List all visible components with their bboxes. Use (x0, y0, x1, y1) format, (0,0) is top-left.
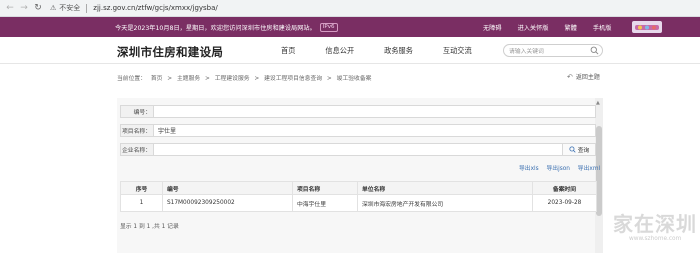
field-company-label: 企业名称： (120, 143, 153, 156)
site-title[interactable]: 深圳市住房和建设局 (117, 44, 223, 60)
breadcrumb-separator: > (326, 76, 332, 82)
field-number-input[interactable] (153, 105, 596, 118)
column-header: 单位名称 (357, 181, 533, 195)
breadcrumb-current: 竣工验收备案 (336, 76, 372, 82)
table-row[interactable]: 1 S17M00092309250002 中海宇仕里 深圳市海宏房地产开发有限公… (120, 194, 597, 212)
tool-care-mode[interactable]: 进入关怀版 (518, 23, 549, 32)
warning-icon: ⚠ (50, 4, 57, 12)
tool-accessibility[interactable]: 无障碍 (483, 23, 502, 32)
back-arrow-icon[interactable]: ← (4, 2, 16, 14)
security-indicator[interactable]: ⚠ 不安全 (50, 3, 80, 13)
search-icon[interactable] (590, 46, 599, 55)
nav-info-disclosure[interactable]: 信息公开 (325, 46, 354, 56)
divider (86, 3, 88, 13)
breadcrumb: 当前位置： 首页 > 主题服务 > 工程建设服务 > 建设工程项目信息查询 > … (117, 73, 374, 82)
breadcrumb-home[interactable]: 首页 (151, 76, 163, 82)
breadcrumb-construction[interactable]: 工程建设服务 (215, 76, 250, 82)
field-number-label: 编号： (120, 105, 153, 118)
site-watermark: 家在深圳 (613, 212, 697, 236)
welcome-message: 今天是2023年10月8日，星期日，欢迎您访问深圳市住房和建设局网站。 (115, 24, 316, 32)
nav-interaction[interactable]: 互动交流 (443, 46, 472, 56)
address-url[interactable]: zjj.sz.gov.cn/ztfw/gcjs/xmxx/jgysba/ (93, 4, 218, 12)
query-button-label: 查询 (577, 148, 590, 154)
page: ← → ↻ ⚠ 不安全 zjj.sz.gov.cn/ztfw/gcjs/xmxx… (0, 0, 700, 253)
column-header: 序号 (120, 181, 163, 195)
festival-logo (632, 21, 662, 33)
export-json-link[interactable]: 导出json (547, 166, 570, 172)
tool-traditional[interactable]: 繁體 (565, 23, 577, 32)
search-icon (569, 146, 576, 153)
breadcrumb-separator: > (205, 76, 210, 82)
ipv6-badge: IPv6 (319, 22, 338, 32)
query-button[interactable]: 查询 (563, 143, 596, 156)
back-to-topic-label: 返回主题 (575, 74, 600, 81)
top-tools: 无障碍 进入关怀版 繁體 手机版 (483, 17, 627, 37)
field-project-label: 项目名称： (120, 124, 153, 137)
export-links: 导出xls 导出json 导出xml (519, 163, 600, 172)
breadcrumb-project-query[interactable]: 建设工程项目信息查询 (264, 76, 322, 82)
panel-scrollbar[interactable]: ▲ (595, 98, 603, 253)
site-search[interactable]: 请输入关键词 (503, 44, 603, 57)
field-project-row: 项目名称： 宇仕里 (120, 124, 596, 137)
field-company-input[interactable] (153, 143, 563, 156)
breadcrumb-separator: > (167, 76, 173, 82)
field-project-input[interactable]: 宇仕里 (153, 124, 596, 137)
field-company-row: 企业名称： 查询 (120, 143, 596, 156)
table-cell-project: 中海宇仕里 (292, 194, 358, 212)
export-xls-link[interactable]: 导出xls (519, 166, 539, 172)
column-header: 编号 (162, 181, 293, 195)
pagination-info: 显示 1 到 1 ,共 1 记录 (120, 224, 179, 230)
results-table: 序号 编号 项目名称 单位名称 备案时间 1 S17M0009230925000… (120, 181, 597, 212)
forward-arrow-icon[interactable]: → (18, 2, 30, 14)
breadcrumb-prefix: 当前位置： (117, 76, 146, 82)
reload-icon[interactable]: ↻ (32, 2, 44, 14)
breadcrumb-topic-services[interactable]: 主题服务 (177, 76, 200, 82)
festival-logo-icon (635, 24, 659, 30)
table-header-row: 序号 编号 项目名称 单位名称 备案时间 (120, 181, 597, 195)
export-xml-link[interactable]: 导出xml (578, 166, 600, 172)
notice-bar: 今天是2023年10月8日，星期日，欢迎您访问深圳市住房和建设局网站。 IPv6… (0, 17, 700, 37)
table-cell-number: S17M00092309250002 (162, 194, 293, 212)
back-to-topic-link[interactable]: ↶ 返回主题 (567, 72, 600, 82)
table-cell-company: 深圳市海宏房地产开发有限公司 (357, 194, 533, 212)
security-label: 不安全 (59, 4, 81, 12)
site-watermark-url: www.szhome.com (629, 236, 682, 242)
column-header: 项目名称 (292, 181, 358, 195)
field-number-row: 编号： (120, 105, 596, 118)
search-input[interactable]: 请输入关键词 (509, 46, 590, 55)
nav-home[interactable]: 首页 (281, 46, 295, 56)
content-panel (117, 98, 603, 253)
tool-mobile[interactable]: 手机版 (593, 23, 612, 32)
return-arrow-icon: ↶ (567, 72, 573, 81)
table-cell-date: 2023-09-28 (532, 194, 597, 212)
nav-gov-services[interactable]: 政务服务 (384, 46, 413, 56)
scroll-up-icon[interactable]: ▲ (596, 100, 600, 106)
column-header: 备案时间 (532, 181, 597, 195)
browser-address-bar: ← → ↻ ⚠ 不安全 zjj.sz.gov.cn/ztfw/gcjs/xmxx… (0, 0, 700, 17)
main-nav: 首页 信息公开 政务服务 互动交流 (281, 46, 502, 56)
table-cell-index: 1 (120, 194, 163, 212)
breadcrumb-separator: > (254, 76, 260, 82)
site-header: 深圳市住房和建设局 首页 信息公开 政务服务 互动交流 请输入关键词 (0, 37, 700, 64)
